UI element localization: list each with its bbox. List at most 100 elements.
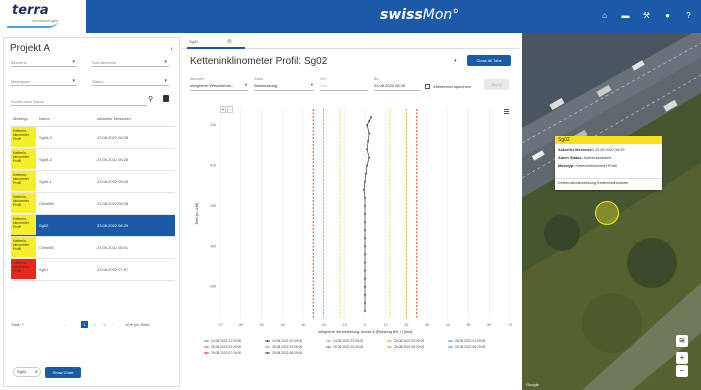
table-header: Messtyp Name Aktueller Messwert — [11, 111, 175, 127]
legend-marker — [205, 346, 208, 348]
logo-text: terra — [12, 3, 49, 18]
x-tick-label: -70 — [217, 323, 222, 327]
series-point — [364, 253, 366, 256]
series-point — [364, 293, 366, 296]
search-input[interactable]: Suche nach Name — [11, 96, 147, 106]
series-point — [364, 204, 366, 207]
chart-tabs: Sg02 ⊗ — [182, 37, 519, 49]
apply-button[interactable]: Apply — [484, 79, 509, 90]
filter-sub-bereiche[interactable]: Sub Bereiche ▾ — [92, 57, 169, 67]
y-tick-label: 400 — [210, 244, 216, 248]
next-page-icon[interactable]: › — [111, 321, 118, 328]
date-cell: 23.08.2022 07:57 — [95, 258, 175, 281]
filter-label: Sub Bereiche — [92, 60, 117, 65]
col-header-name[interactable]: Name — [37, 111, 95, 127]
x-tick-label: 60 — [487, 323, 491, 327]
filter-status[interactable]: Status ▾ — [92, 76, 169, 86]
y-tick-label: 410 — [210, 164, 216, 168]
legend-label: 25.08.2022 04:29:00 — [333, 345, 363, 349]
x-tick-label: -10 — [342, 323, 347, 327]
close-all-tabs-button[interactable]: Close All Tabs — [467, 55, 511, 66]
field-value: 23.08.2022 08:29 — [374, 83, 406, 88]
date-cell: 23.08.2022 08:28 — [95, 126, 175, 149]
trash-icon[interactable] — [163, 95, 169, 102]
legend-marker — [327, 346, 330, 348]
legend-label: 25.08.2022 02:29:00 — [211, 345, 241, 349]
legend-label: 25.08.2022 07:29:00 — [211, 351, 241, 355]
popup-description: Deformationsmessung Ketteninklinometer — [558, 181, 629, 185]
folder-icon[interactable]: ▬ — [621, 11, 630, 20]
legend-label: 24.08.2022 23:29:00 — [333, 339, 363, 343]
table-row[interactable]: Kettenin-klinometer Profil Sg01 23.08.2022… — [11, 258, 175, 281]
per-page-select[interactable]: 10 ▾ pro Seite — [125, 322, 150, 327]
chevron-down-icon: ▾ — [310, 82, 313, 87]
legend-label: 25.08.2022 03:29:00 — [272, 345, 302, 349]
legend-marker — [388, 340, 391, 342]
popup-type-label: Messtyp: — [558, 164, 575, 168]
table-row[interactable]: Kettenin-klinometer Profil Christ50 23.08.… — [11, 236, 175, 259]
series-point — [362, 188, 365, 191]
from-date-field[interactable]: Von Von — [320, 77, 368, 91]
close-tab-icon[interactable]: ⊗ — [227, 37, 232, 47]
map-zoom-out-button[interactable]: − — [676, 365, 688, 377]
tab-sg02[interactable]: Sg02 ⊗ — [187, 37, 245, 49]
series-point — [364, 180, 366, 183]
app-title: swissMon° — [380, 7, 459, 23]
x-tick-label: -60 — [238, 323, 243, 327]
app-title-main: swiss — [380, 7, 423, 23]
y-tick-label: 405 — [210, 204, 216, 208]
table-row[interactable]: Kettenin-klinometer Profil Sg06-3 23.08.20… — [11, 148, 175, 171]
legend-label: 25.08.2022 05:29:00 — [394, 345, 424, 349]
x-axis-label: Integrierte Verschiebung, Achse A (Richt… — [318, 330, 412, 334]
table-row[interactable]: Kettenin-klinometer Profil Christ50 23.08.… — [11, 192, 175, 215]
col-header-messwert[interactable]: Aktueller Messwert — [95, 111, 175, 127]
logo-swoosh — [6, 20, 60, 28]
date-cell: 23.08.2022 08:29 — [95, 214, 175, 237]
name-cell: Sg06-1 — [37, 170, 95, 193]
home-icon[interactable]: ⌂ — [600, 11, 609, 20]
chip-label: Sg02 — [17, 369, 27, 374]
messtyp-cell: Kettenin-klinometer Profil — [11, 258, 37, 281]
prev-page-icon[interactable]: ‹ — [63, 321, 70, 328]
page-3[interactable]: 3 — [101, 321, 108, 328]
nav-icons: ⌂ ▬ ⚒ ● ? — [600, 11, 693, 20]
save-range-checkbox[interactable] — [425, 84, 430, 89]
search-icon[interactable]: ⚲ — [148, 95, 153, 103]
name-cell: Sg06-3 — [37, 148, 95, 171]
sensor-marker[interactable] — [595, 201, 619, 225]
messwert-select[interactable]: Messwert Integrierte Verschiebun... ▾ — [190, 77, 248, 91]
table-row[interactable]: Kettenin-klinometer Profil Sg06-2 23.08.20… — [11, 126, 175, 149]
series-point — [366, 148, 369, 151]
user-icon[interactable]: ● — [663, 11, 672, 20]
col-header-messtyp[interactable]: Messtyp — [11, 111, 37, 127]
wrench-icon[interactable]: ⚒ — [642, 11, 651, 20]
map-view[interactable] — [522, 33, 701, 390]
chevron-down-icon: ▾ — [164, 59, 167, 65]
map-zoom-in-button[interactable]: + — [676, 352, 688, 364]
per-page-value: 10 — [125, 322, 130, 327]
top-bar: terra vermessungen swissMon° ⌂ ▬ ⚒ ● ? — [0, 0, 701, 33]
to-date-field[interactable]: Bis 23.08.2022 08:29 — [374, 77, 420, 91]
field-label: Von — [320, 77, 326, 81]
field-label: Bis — [374, 77, 379, 81]
status-select[interactable]: Status Nullmessung ▾ — [254, 77, 314, 91]
page-1[interactable]: 1 — [81, 321, 88, 328]
table-row[interactable]: Kettenin-klinometer Profil Sg06-1 23.08.20… — [11, 170, 175, 193]
help-icon[interactable]: ? — [684, 11, 693, 20]
map-attribution: Google — [526, 382, 539, 387]
layers-icon[interactable]: ≋ — [676, 335, 688, 347]
terra-logo[interactable]: terra vermessungen — [6, 3, 86, 30]
filter-messtypen[interactable]: Messtypen ▾ — [11, 76, 77, 86]
filter-bereiche[interactable]: Bereiche ▾ — [11, 57, 77, 67]
collapse-panel-icon[interactable]: ‹ — [171, 46, 173, 53]
page-2[interactable]: 2 — [91, 321, 98, 328]
chevron-down-icon: ▾ — [72, 78, 75, 84]
selected-sensor-chip[interactable]: Sg02 ⊗ — [13, 367, 41, 377]
show-chart-button[interactable]: Show Chart — [45, 367, 81, 378]
field-value: Integrierte Verschiebun... — [190, 83, 235, 88]
chevron-down-icon[interactable]: ▾ — [454, 58, 457, 64]
name-cell: Christ50 — [37, 236, 95, 259]
legend-marker — [388, 346, 391, 348]
close-icon[interactable]: ⊗ — [35, 368, 38, 376]
table-row[interactable]: Kettenin-klinometer Profil Sg02 23.08.2022… — [11, 214, 175, 237]
